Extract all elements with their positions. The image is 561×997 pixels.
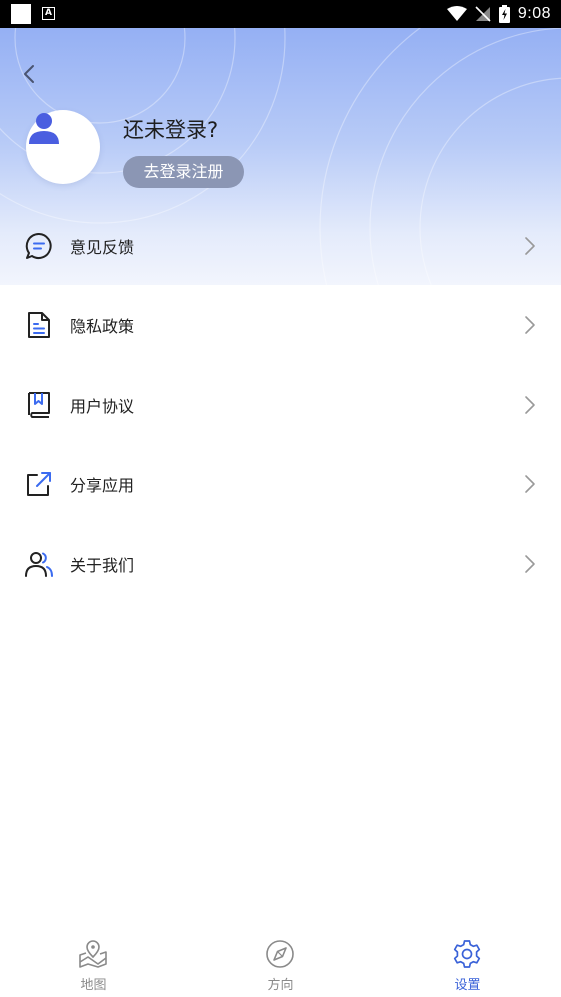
battery-charging-icon [498, 5, 510, 23]
map-icon [79, 940, 107, 968]
login-title: 还未登录? [123, 118, 219, 142]
chevron-right-icon [525, 396, 535, 414]
menu-item-label: 分享应用 [70, 476, 135, 495]
tab-map-label: 地图 [80, 978, 107, 993]
avatar[interactable] [26, 110, 100, 184]
share-icon [27, 472, 51, 496]
status-bar: A 9:08 [0, 0, 561, 28]
feedback-icon [25, 232, 52, 259]
tab-direction[interactable]: 方向 [187, 930, 374, 997]
user-icon [29, 113, 59, 144]
status-right-group: 9:08 [446, 0, 551, 28]
document-icon [28, 312, 50, 338]
tab-settings[interactable]: 设置 [374, 930, 561, 997]
menu-item-label: 关于我们 [70, 556, 135, 575]
menu-item-label: 用户协议 [70, 397, 135, 416]
compass-icon [266, 940, 294, 968]
gear-icon [453, 940, 481, 968]
bottom-navigation: 地图 方向 设置 [0, 930, 561, 997]
menu-item-label: 意见反馈 [70, 238, 135, 257]
chevron-right-icon [525, 237, 535, 255]
menu-item-share-app[interactable]: 分享应用 [0, 453, 561, 513]
signal-off-icon [475, 6, 491, 22]
book-icon [28, 392, 50, 418]
wifi-icon [446, 6, 467, 21]
users-icon [25, 552, 53, 577]
chevron-left-icon [24, 65, 34, 83]
notification-square-icon [11, 4, 31, 24]
tab-settings-label: 设置 [454, 978, 481, 993]
chevron-right-icon [525, 316, 535, 334]
menu-item-user-agreement[interactable]: 用户协议 [0, 374, 561, 434]
chevron-right-icon [525, 555, 535, 573]
a-badge-icon: A [42, 7, 55, 20]
chevron-right-icon [525, 475, 535, 493]
tab-direction-label: 方向 [267, 978, 294, 993]
status-time: 9:08 [517, 5, 551, 22]
back-button[interactable] [22, 64, 46, 90]
menu-item-about-us[interactable]: 关于我们 [0, 533, 561, 593]
menu-item-privacy-policy[interactable]: 隐私政策 [0, 294, 561, 354]
login-register-button[interactable]: 去登录注册 [123, 156, 244, 188]
tab-map[interactable]: 地图 [0, 930, 187, 997]
menu-item-label: 隐私政策 [70, 317, 135, 336]
menu-item-feedback[interactable]: 意见反馈 [0, 215, 561, 275]
